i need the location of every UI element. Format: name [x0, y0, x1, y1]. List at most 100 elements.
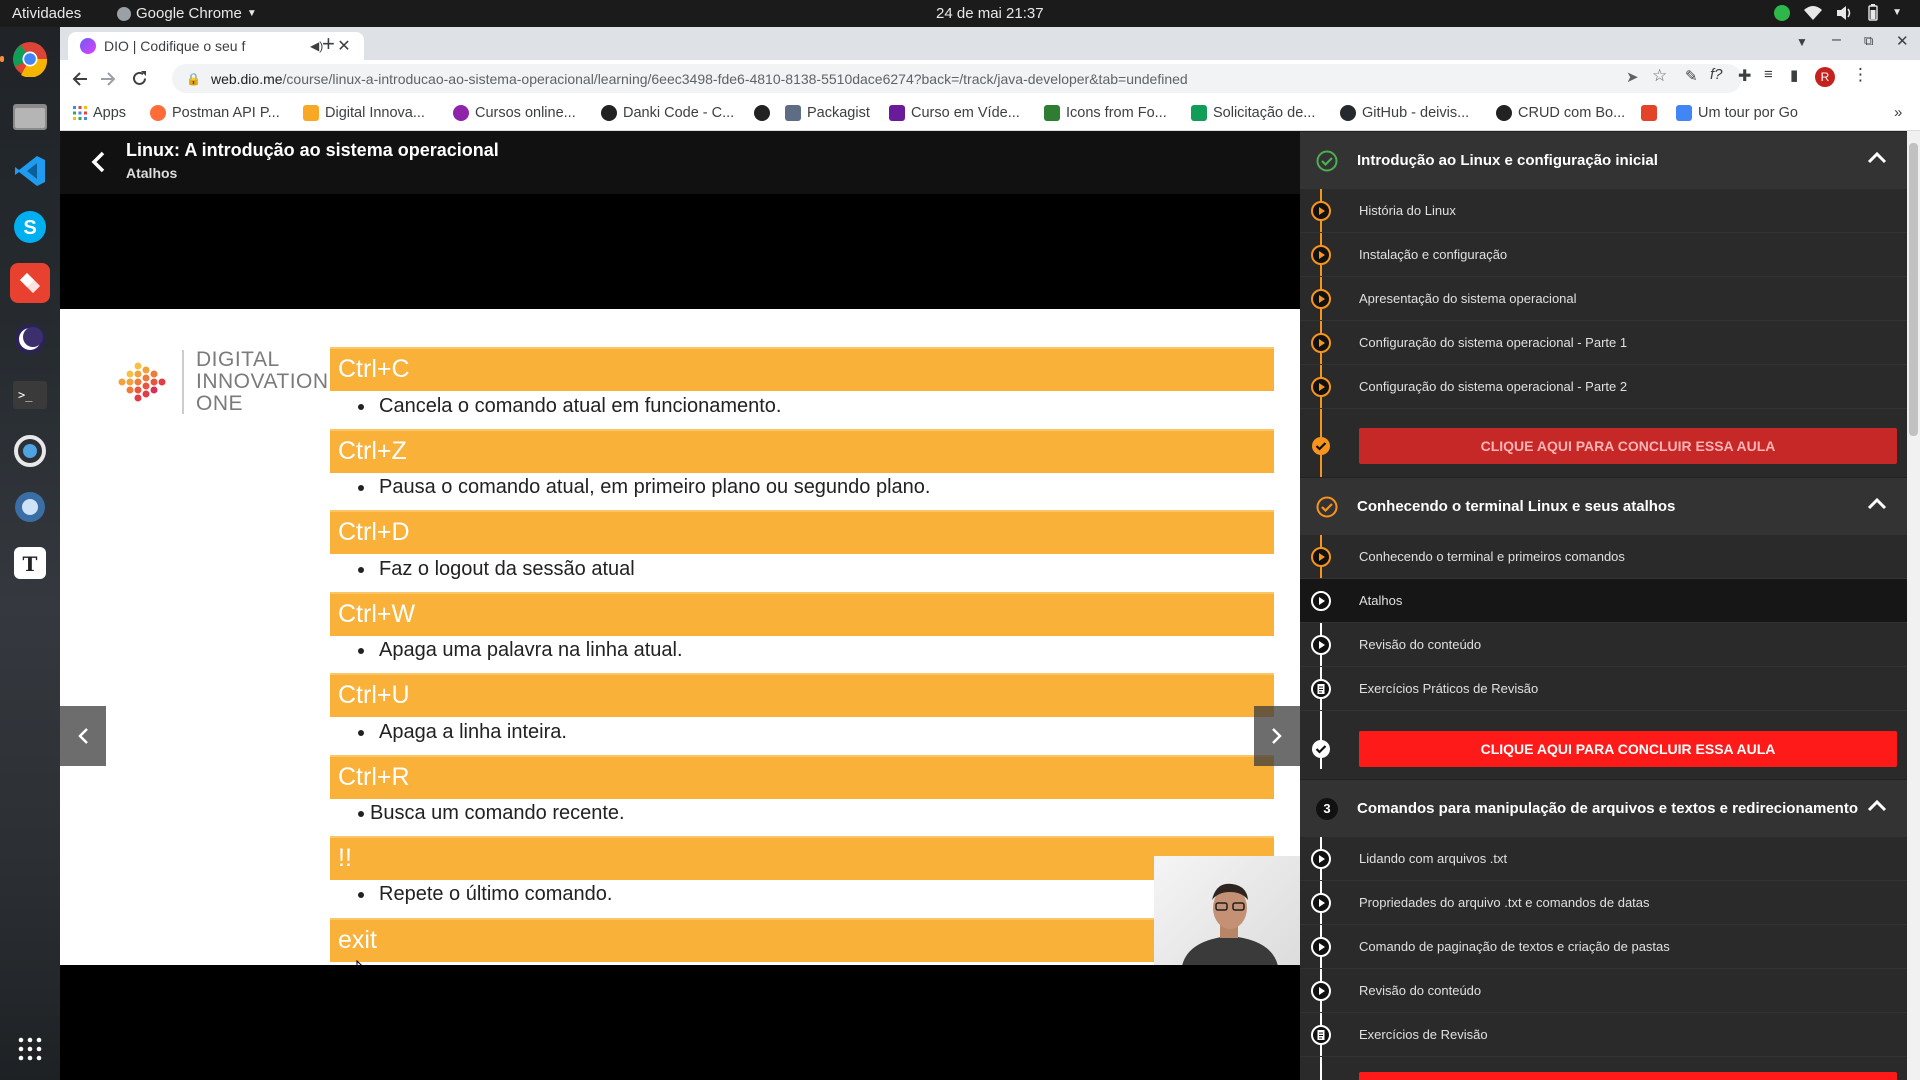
module-header-3[interactable]: 3 Comandos para manipulação de arquivos …	[1300, 779, 1907, 837]
postman-icon	[150, 105, 166, 121]
back-to-course-icon[interactable]	[90, 151, 106, 173]
activities-button[interactable]: Atividades	[12, 5, 81, 22]
bookmark-label: Cursos online...	[475, 105, 576, 121]
side-panel-icon[interactable]: ▮	[1790, 66, 1798, 84]
module-header-2[interactable]: Conhecendo o terminal Linux e seus atalh…	[1300, 477, 1907, 535]
document-icon	[1311, 1025, 1331, 1045]
lesson-item[interactable]: Exercícios Práticos de Revisão	[1300, 667, 1907, 711]
dock-anydesk-icon[interactable]	[10, 263, 50, 303]
bookmark-go-tour[interactable]: Um tour por Go	[1676, 105, 1798, 121]
back-icon[interactable]	[72, 71, 88, 87]
shortcut-description: Repete o último comando.	[358, 883, 612, 906]
tab-search-icon[interactable]: ▼	[1796, 35, 1808, 49]
update-ok-icon	[1774, 4, 1791, 21]
conclude-lesson-button[interactable]: CLIQUE AQUI PARA CONCLUIR ESSA AULA	[1359, 428, 1897, 464]
reload-icon[interactable]	[131, 70, 148, 87]
dock-skype-icon[interactable]: S	[10, 207, 50, 247]
bookmark-postman[interactable]: Postman API P...	[150, 105, 280, 121]
cursos-icon	[453, 105, 469, 121]
lesson-item[interactable]: Apresentação do sistema operacional	[1300, 277, 1907, 321]
lesson-item[interactable]: Exercícios de Revisão	[1300, 1013, 1907, 1057]
dock-update-manager-icon[interactable]	[10, 431, 50, 471]
module-header-1[interactable]: Introdução ao Linux e configuração inici…	[1300, 131, 1907, 189]
bookmark-crud[interactable]: CRUD com Bo...	[1496, 105, 1625, 121]
browser-toolbar: 🔒 web.dio.me/course/linux-a-introducao-a…	[60, 60, 1920, 97]
dock-terminal-icon[interactable]: >_	[10, 375, 50, 415]
lesson-item[interactable]: Revisão do conteúdo	[1300, 969, 1907, 1013]
conclude-lesson-button[interactable]: CLIQUE AQUI PARA CONCLUIR ESSA AULA	[1359, 731, 1897, 767]
eyedropper-extension-icon[interactable]: ✎	[1685, 67, 1698, 85]
bookmark-label: Packagist	[807, 105, 870, 121]
lesson-item[interactable]: Revisão do conteúdo	[1300, 623, 1907, 667]
dock-chrome-icon[interactable]	[10, 39, 50, 79]
lesson-item[interactable]: Conhecendo o terminal e primeiros comand…	[1300, 535, 1907, 579]
clock[interactable]: 24 de mai 21:37	[936, 5, 1044, 22]
address-bar[interactable]: 🔒 web.dio.me/course/linux-a-introducao-a…	[172, 64, 1742, 93]
bookmark-curso-em-video[interactable]: Curso em Víde...	[889, 105, 1020, 121]
lesson-item[interactable]: Propriedades do arquivo .txt e comandos …	[1300, 881, 1907, 925]
bookmark-danki[interactable]: Danki Code - C...	[601, 105, 734, 121]
lesson-item[interactable]: Comando de paginação de textos e criação…	[1300, 925, 1907, 969]
play-circle-icon	[1311, 201, 1331, 221]
dock-dbeaver-icon[interactable]	[10, 487, 50, 527]
scrollbar-thumb[interactable]	[1909, 143, 1918, 436]
lesson-item-active[interactable]: Atalhos	[1300, 579, 1907, 623]
sidebar-scrollbar[interactable]	[1907, 131, 1920, 1080]
shortcut-key-bar: Ctrl+D	[330, 510, 1274, 554]
bookmark-dio[interactable]: Digital Innova...	[303, 105, 425, 121]
shortcut-description-text: Repete o último comando.	[379, 883, 613, 905]
dock-vscode-icon[interactable]	[10, 151, 50, 191]
show-applications-icon[interactable]	[10, 1029, 50, 1069]
lesson-title: Exercícios Práticos de Revisão	[1359, 681, 1539, 696]
chevron-up-icon[interactable]	[1867, 496, 1887, 510]
minimize-icon[interactable]: –	[1832, 31, 1841, 49]
bookmark-gitlab[interactable]	[1641, 105, 1657, 121]
bookmark-icons[interactable]: Icons from Fo...	[1044, 105, 1167, 121]
chevron-up-icon[interactable]	[1867, 150, 1887, 164]
more-bookmarks-icon[interactable]: »	[1894, 104, 1902, 121]
tab-title: DIO | Codifique o seu f	[104, 38, 246, 54]
bullet-icon	[358, 484, 364, 491]
send-to-device-icon[interactable]: ➤	[1626, 68, 1639, 86]
reading-list-icon[interactable]: ≡	[1764, 66, 1773, 83]
bookmark-apps[interactable]: Apps	[73, 105, 126, 121]
dock-files-icon[interactable]	[10, 95, 50, 135]
new-tab-icon[interactable]: +	[322, 31, 335, 57]
profile-avatar[interactable]: R	[1815, 67, 1835, 87]
next-slide-button[interactable]	[1254, 706, 1300, 766]
forward-icon[interactable]	[100, 71, 116, 87]
bookmark-unnamed[interactable]	[754, 105, 770, 121]
close-window-icon[interactable]: ✕	[1896, 32, 1909, 50]
globe-icon	[754, 105, 770, 121]
close-tab-icon[interactable]: ✕	[337, 36, 350, 56]
lesson-item[interactable]: Lidando com arquivos .txt	[1300, 837, 1907, 881]
chrome-menu-icon[interactable]: ⋮	[1852, 65, 1869, 85]
dock-eclipse-icon[interactable]	[10, 319, 50, 359]
system-tray[interactable]: ▼	[1774, 4, 1902, 21]
lesson-item[interactable]: Instalação e configuração	[1300, 233, 1907, 277]
lesson-item[interactable]: História do Linux	[1300, 189, 1907, 233]
lesson-item[interactable]: Configuração do sistema operacional - Pa…	[1300, 365, 1907, 409]
previous-slide-button[interactable]	[60, 706, 106, 766]
bookmark-label: Um tour por Go	[1698, 105, 1798, 121]
bookmark-star-icon[interactable]: ☆	[1652, 66, 1667, 86]
bookmark-cursos[interactable]: Cursos online...	[453, 105, 576, 121]
formula-extension-icon[interactable]: f?	[1710, 66, 1723, 83]
bookmark-github[interactable]: GitHub - deivis...	[1340, 105, 1469, 121]
play-circle-icon	[1311, 591, 1331, 611]
restore-icon[interactable]: ⧉	[1864, 33, 1873, 49]
dock-typora-icon[interactable]: T	[10, 543, 50, 583]
apps-grid-icon	[73, 106, 87, 120]
lesson-item[interactable]: Configuração do sistema operacional - Pa…	[1300, 321, 1907, 365]
play-circle-icon	[1311, 635, 1331, 655]
chevron-right-icon	[1272, 728, 1282, 744]
chevron-up-icon[interactable]	[1867, 798, 1887, 812]
volume-icon	[1837, 5, 1851, 20]
bookmark-solicitacao[interactable]: Solicitação de...	[1191, 105, 1315, 121]
lock-icon[interactable]: 🔒	[186, 72, 201, 86]
conclude-lesson-button-partial[interactable]	[1359, 1072, 1897, 1080]
extensions-puzzle-icon[interactable]: ✚	[1738, 66, 1751, 86]
browser-tab[interactable]: DIO | Codifique o seu f ◀) ✕	[68, 32, 364, 60]
app-menu[interactable]: Google Chrome ▼	[117, 5, 257, 22]
bookmark-packagist[interactable]: Packagist	[785, 105, 870, 121]
